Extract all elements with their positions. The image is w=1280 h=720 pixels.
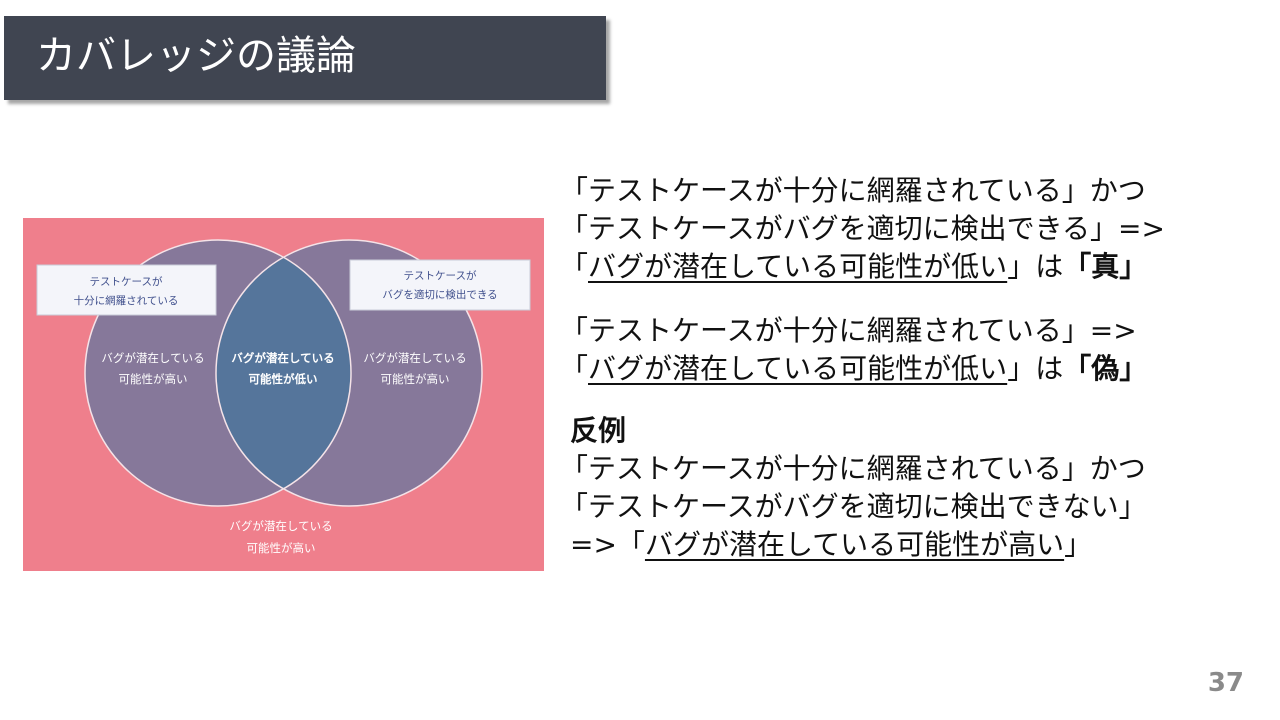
bracket-open: 「 [560,352,589,385]
left-region-line-1: バグが潜在している [101,351,204,365]
underlined-claim: バグが潜在している可能性が低い [588,250,1008,283]
center-region-line-2: 可能性が低い [249,372,318,386]
left-region-line-2: 可能性が高い [119,372,188,386]
bracket-open: 「 [560,250,589,283]
underlined-claim: バグが潜在している可能性が低い [588,352,1008,385]
verdict-false: 「偽」 [1063,352,1148,385]
arrow-bracket-open: =>「 [570,528,645,561]
right-region-line-2: 可能性が高い [381,372,450,386]
venn-diagram: テストケースが 十分に網羅されている テストケースが バグを適切に検出できる バ… [23,218,544,571]
center-region-line-1: バグが潜在している [231,351,334,365]
right-label-box [349,259,531,311]
verdict-true: 「真」 [1063,250,1148,283]
statement-true: 「テストケースが十分に網羅されている」かつ 「テストケースがバグを適切に検出でき… [560,172,1260,286]
right-box-line-1: テストケースが [404,269,477,282]
statement-false-line-2: 「バグが潜在している可能性が低い」は「偽」 [560,350,1260,388]
page-number: 37 [1207,668,1244,698]
counterexample-heading: 反例 [570,414,627,447]
statement-true-line-3: 「バグが潜在している可能性が低い」は「真」 [560,248,1260,286]
left-box-line-1: テストケースが [90,275,163,288]
bracket-close-ha: 」は [1007,352,1064,385]
counterexample: 反例 「テストケースが十分に網羅されている」かつ 「テストケースがバグを適切に検… [560,412,1260,564]
right-box-line-2: バグを適切に検出できる [382,288,497,301]
counterexample-line-1: 「テストケースが十分に網羅されている」かつ [560,452,1146,485]
bracket-close: 」 [1064,528,1093,561]
counterexample-line-2: 「テストケースがバグを適切に検出できない」 [560,490,1147,523]
statement-true-line-2: 「テストケースがバグを適切に検出できる」=> [560,212,1165,245]
statement-false: 「テストケースが十分に網羅されている」=> 「バグが潜在している可能性が低い」は… [560,312,1260,388]
outside-region-line-2: 可能性が高い [247,541,316,555]
right-region-line-1: バグが潜在している [363,351,466,365]
outside-region-line-1: バグが潜在している [229,519,332,533]
counterexample-line-3: =>「バグが潜在している可能性が高い」 [560,526,1260,564]
left-label-box [36,264,217,316]
underlined-claim: バグが潜在している可能性が高い [644,528,1065,561]
statement-false-line-1: 「テストケースが十分に網羅されている」=> [560,314,1137,347]
statement-true-line-1: 「テストケースが十分に網羅されている」かつ [560,174,1146,207]
bracket-close-ha: 」は [1007,250,1064,283]
title-bar: カバレッジの議論 [4,16,606,100]
left-box-line-2: 十分に網羅されている [74,294,179,307]
statements: 「テストケースが十分に網羅されている」かつ 「テストケースがバグを適切に検出でき… [560,172,1260,564]
slide-title: カバレッジの議論 [36,33,356,79]
